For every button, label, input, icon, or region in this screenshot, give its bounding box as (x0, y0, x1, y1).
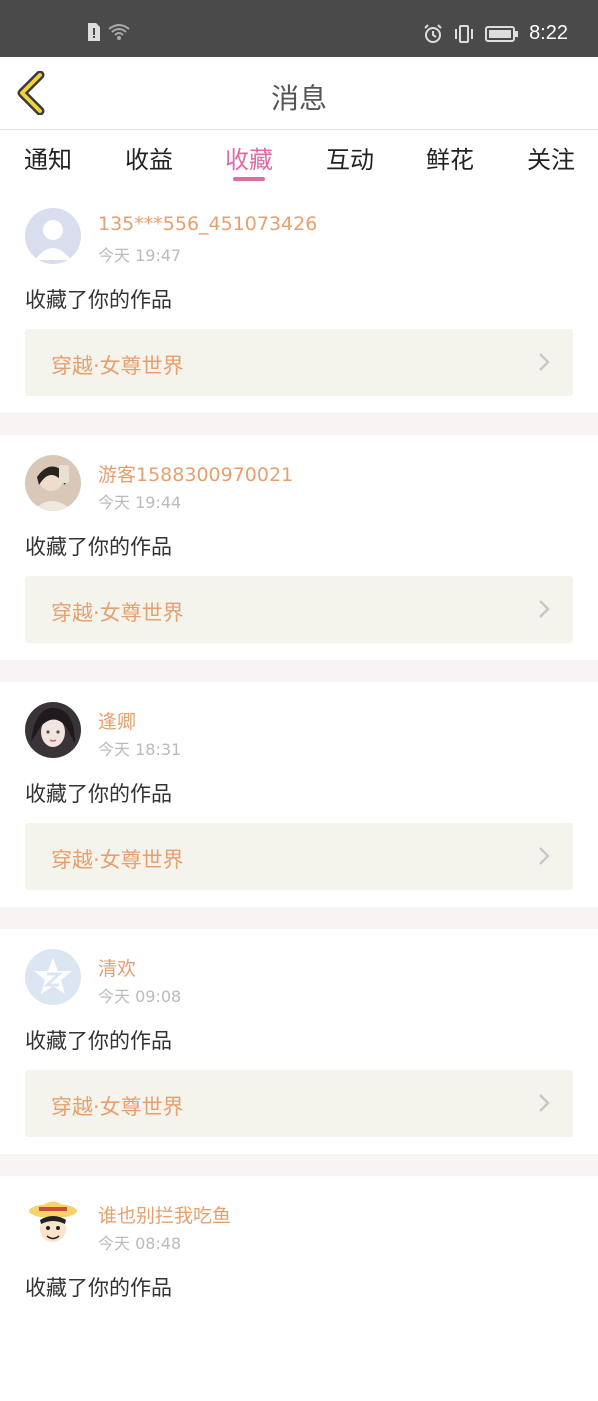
default-avatar-icon (25, 208, 81, 264)
timestamp: 今天 18:31 (98, 740, 182, 759)
list-item: 清欢 今天 09:08 收藏了你的作品 穿越·女尊世界 (0, 929, 598, 1154)
list-item: 谁也别拦我吃鱼 今天 08:48 收藏了你的作品 (0, 1176, 598, 1401)
divider (0, 1154, 598, 1176)
avatar[interactable] (25, 1196, 81, 1252)
status-time: 8:22 (529, 22, 568, 44)
list-item: 逢卿 今天 18:31 收藏了你的作品 穿越·女尊世界 (0, 682, 598, 907)
tab-flowers[interactable]: 鲜花 (426, 140, 474, 175)
work-link[interactable]: 穿越·女尊世界 (25, 823, 573, 890)
username[interactable]: 135***556_451073426 (98, 213, 317, 235)
tab-favorites[interactable]: 收藏 (225, 140, 273, 175)
username[interactable]: 清欢 (98, 954, 136, 981)
chevron-right-icon (539, 847, 550, 865)
photo-avatar (25, 455, 81, 511)
action-text: 收藏了你的作品 (25, 1029, 172, 1053)
username[interactable]: 逢卿 (98, 707, 136, 734)
cartoon-avatar (25, 1196, 81, 1252)
avatar[interactable] (25, 455, 81, 511)
header: 消息 (0, 57, 598, 130)
battery-icon (485, 25, 519, 42)
chevron-right-icon (539, 600, 550, 618)
action-text: 收藏了你的作品 (25, 1276, 172, 1300)
avatar[interactable] (25, 208, 81, 264)
work-title: 穿越·女尊世界 (51, 1095, 184, 1119)
username[interactable]: 游客1588300970021 (98, 460, 293, 487)
tab-bar: 通知 收益 收藏 互动 鲜花 关注 (0, 130, 598, 188)
tab-follows[interactable]: 关注 (527, 140, 575, 175)
message-list: 135***556_451073426 今天 19:47 收藏了你的作品 穿越·… (0, 188, 598, 1401)
action-text: 收藏了你的作品 (25, 782, 172, 806)
chevron-right-icon (539, 1094, 550, 1112)
status-bar: 8:22 (0, 0, 598, 57)
action-text: 收藏了你的作品 (25, 535, 172, 559)
divider (0, 907, 598, 929)
alarm-icon (424, 23, 442, 43)
list-item: 游客1588300970021 今天 19:44 收藏了你的作品 穿越·女尊世界 (0, 435, 598, 660)
timestamp: 今天 08:48 (98, 1234, 182, 1253)
work-title: 穿越·女尊世界 (51, 601, 184, 625)
divider (0, 660, 598, 682)
timestamp: 今天 19:44 (98, 493, 182, 512)
work-link[interactable]: 穿越·女尊世界 (25, 1070, 573, 1137)
timestamp: 今天 09:08 (98, 987, 182, 1006)
vibrate-icon (455, 24, 474, 43)
tab-earnings[interactable]: 收益 (125, 140, 173, 175)
active-tab-indicator (233, 177, 265, 181)
tab-notifications[interactable]: 通知 (24, 140, 72, 175)
action-text: 收藏了你的作品 (25, 288, 172, 312)
work-link[interactable]: 穿越·女尊世界 (25, 329, 573, 396)
username[interactable]: 谁也别拦我吃鱼 (98, 1201, 231, 1228)
list-item: 135***556_451073426 今天 19:47 收藏了你的作品 穿越·… (0, 188, 598, 413)
star-z-avatar-icon (25, 949, 81, 1005)
tab-interactions[interactable]: 互动 (326, 140, 374, 175)
work-title: 穿越·女尊世界 (51, 354, 184, 378)
chevron-right-icon (539, 353, 550, 371)
avatar[interactable] (25, 949, 81, 1005)
divider (0, 413, 598, 435)
timestamp: 今天 19:47 (98, 246, 182, 265)
avatar[interactable] (25, 702, 81, 758)
work-link[interactable]: 穿越·女尊世界 (25, 576, 573, 643)
work-title: 穿越·女尊世界 (51, 848, 184, 872)
wifi-icon (108, 24, 130, 40)
sim-alert-icon (88, 23, 100, 41)
page-title: 消息 (270, 82, 327, 115)
illustrated-avatar (25, 702, 81, 758)
